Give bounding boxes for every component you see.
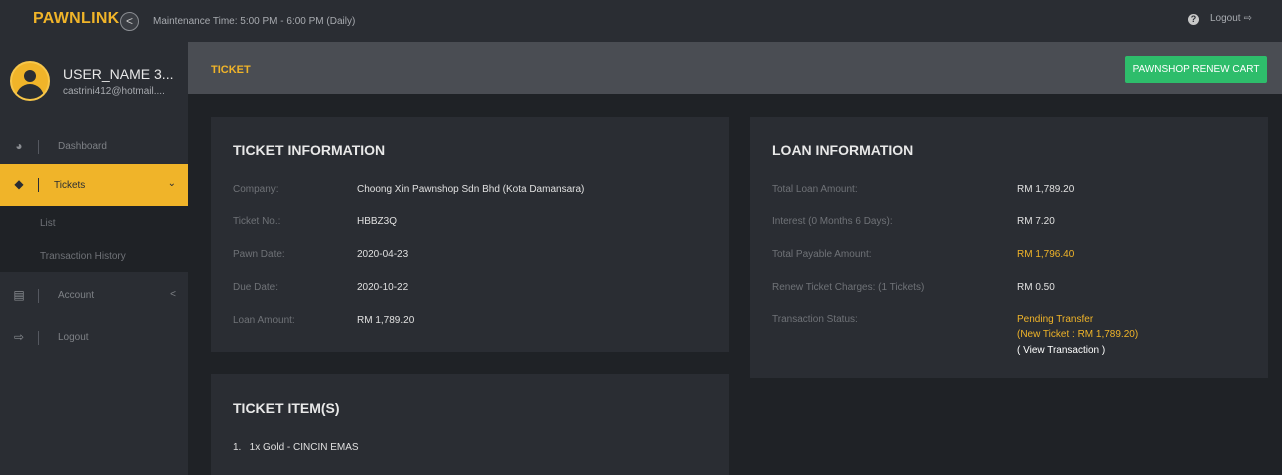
ticket-no-value: HBBZ3Q bbox=[357, 216, 398, 227]
sidebar-item-logout[interactable]: ⇨ Logout bbox=[0, 317, 188, 359]
divider bbox=[38, 289, 39, 303]
page-header: TICKET PAWNSHOP RENEW CART bbox=[188, 42, 1282, 94]
card-title: TICKET INFORMATION bbox=[233, 142, 386, 158]
top-bar: PAWNLINK < Maintenance Time: 5:00 PM - 6… bbox=[0, 0, 1282, 42]
pawnshop-renew-cart-button[interactable]: PAWNSHOP RENEW CART bbox=[1125, 56, 1267, 83]
pawn-date-label: Pawn Date: bbox=[233, 249, 285, 260]
brand-logo[interactable]: PAWNLINK bbox=[33, 10, 120, 28]
chevron-left-icon: < bbox=[125, 14, 133, 28]
divider bbox=[38, 178, 39, 192]
id-card-icon: ▤ bbox=[13, 288, 25, 302]
user-email: castrini412@hotmail.... bbox=[63, 86, 165, 97]
due-date-value: 2020-10-22 bbox=[357, 282, 409, 293]
view-transaction-link[interactable]: ( View Transaction ) bbox=[1017, 345, 1105, 356]
chevron-down-icon: ⌄ bbox=[167, 178, 176, 189]
help-icon[interactable]: ? bbox=[1188, 14, 1199, 25]
renew-charges-value: RM 0.50 bbox=[1017, 282, 1055, 293]
loan-amount-label: Loan Amount: bbox=[233, 315, 295, 326]
sign-out-icon: ⇨ bbox=[1243, 13, 1252, 24]
ticket-icon: ◆ bbox=[14, 177, 24, 191]
company-label: Company: bbox=[233, 184, 279, 195]
transaction-status-label: Transaction Status: bbox=[772, 314, 858, 325]
interest-value: RM 7.20 bbox=[1017, 216, 1055, 227]
divider bbox=[38, 331, 39, 345]
ticket-no-label: Ticket No.: bbox=[233, 216, 281, 227]
avatar[interactable] bbox=[10, 61, 50, 101]
sidebar-toggle-button[interactable]: < bbox=[120, 12, 139, 31]
card-title: TICKET ITEM(S) bbox=[233, 400, 340, 416]
transaction-status-value: Pending Transfer bbox=[1017, 314, 1094, 325]
ticket-information-card: TICKET INFORMATION Company: Choong Xin P… bbox=[211, 117, 729, 352]
card-title: LOAN INFORMATION bbox=[772, 142, 914, 158]
user-name: USER_NAME 3... bbox=[63, 66, 174, 82]
submenu-item-list[interactable]: List bbox=[40, 218, 56, 229]
due-date-label: Due Date: bbox=[233, 282, 279, 293]
list-item: 1. 1x Gold - CINCIN EMAS bbox=[233, 442, 359, 453]
sidebar-item-tickets[interactable]: ◆ Tickets ⌄ bbox=[0, 164, 188, 206]
sidebar-item-label: Logout bbox=[58, 332, 89, 343]
sidebar-item-label: Tickets bbox=[54, 180, 86, 191]
sidebar-item-label: Dashboard bbox=[58, 141, 107, 152]
loan-amount-value: RM 1,789.20 bbox=[357, 315, 415, 326]
total-loan-amount-label: Total Loan Amount: bbox=[772, 184, 858, 195]
total-loan-amount-value: RM 1,789.20 bbox=[1017, 184, 1075, 195]
sidebar: USER_NAME 3... castrini412@hotmail.... ◕… bbox=[0, 42, 188, 475]
total-payable-label: Total Payable Amount: bbox=[772, 249, 872, 260]
interest-label: Interest (0 Months 6 Days): bbox=[772, 216, 893, 227]
sidebar-item-dashboard[interactable]: ◕ Dashboard bbox=[0, 126, 188, 168]
page-title: TICKET bbox=[211, 64, 251, 76]
divider bbox=[38, 140, 39, 154]
ticket-items-card: TICKET ITEM(S) 1. 1x Gold - CINCIN EMAS bbox=[211, 374, 729, 475]
dashboard-icon: ◕ bbox=[15, 139, 23, 153]
sidebar-item-label: Account bbox=[58, 290, 95, 301]
tickets-submenu: List Transaction History bbox=[0, 206, 188, 272]
top-logout-link[interactable]: Logout ⇨ bbox=[1210, 13, 1252, 24]
top-logout-label: Logout bbox=[1210, 13, 1241, 24]
user-profile: USER_NAME 3... castrini412@hotmail.... bbox=[0, 42, 188, 122]
logout-icon: ⇨ bbox=[13, 330, 25, 344]
loan-information-card: LOAN INFORMATION Total Loan Amount: RM 1… bbox=[750, 117, 1268, 378]
total-payable-value: RM 1,796.40 bbox=[1017, 249, 1075, 260]
company-value: Choong Xin Pawnshop Sdn Bhd (Kota Damans… bbox=[357, 184, 585, 195]
submenu-item-transaction-history[interactable]: Transaction History bbox=[40, 251, 126, 262]
pawn-date-value: 2020-04-23 bbox=[357, 249, 409, 260]
sidebar-item-account[interactable]: ▤ Account < bbox=[0, 275, 188, 317]
avatar-head bbox=[24, 70, 36, 82]
chevron-left-icon: < bbox=[170, 289, 176, 300]
new-ticket-detail: (New Ticket : RM 1,789.20) bbox=[1017, 329, 1139, 340]
renew-charges-label: Renew Ticket Charges: (1 Tickets) bbox=[772, 282, 925, 293]
avatar-body bbox=[16, 84, 44, 99]
maintenance-notice: Maintenance Time: 5:00 PM - 6:00 PM (Dai… bbox=[153, 16, 356, 27]
